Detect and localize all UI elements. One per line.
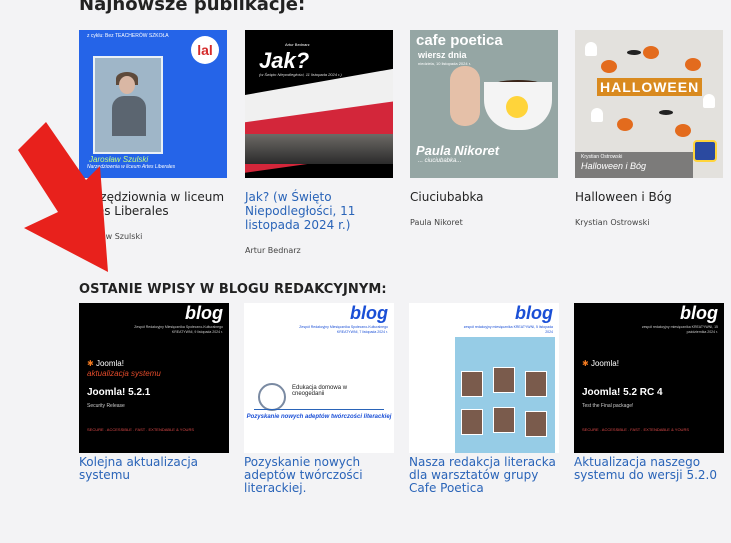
page: Najnowsze publikacje: z cyklu: Bez TEACH… [0,0,731,543]
red-arrow-icon [18,122,108,272]
